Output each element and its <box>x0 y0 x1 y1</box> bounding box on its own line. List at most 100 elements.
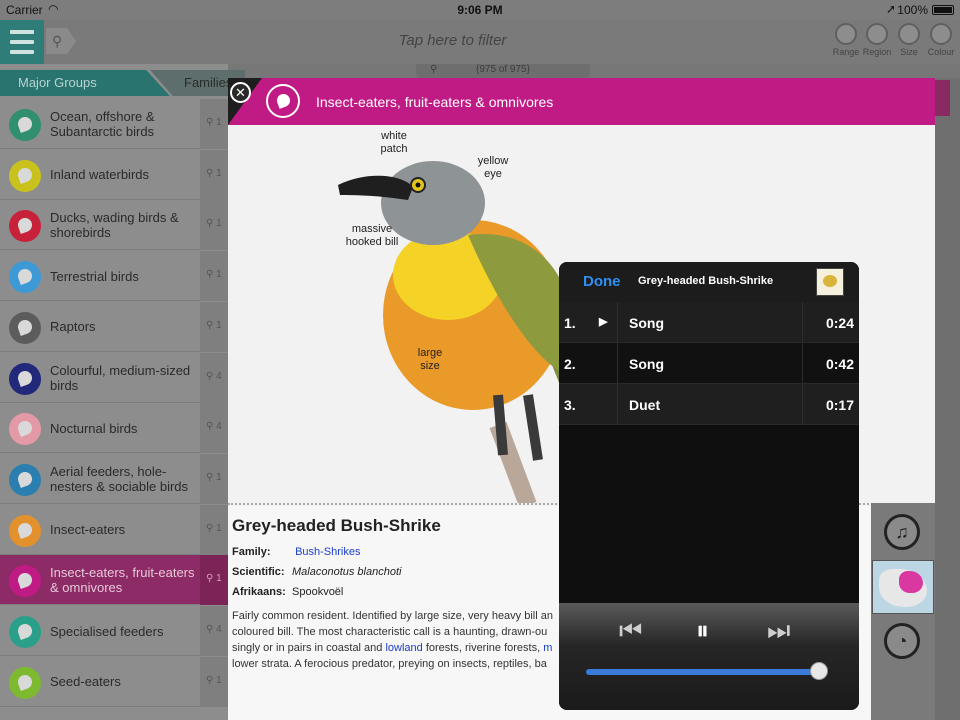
sidebar-group-item[interactable]: Terrestrial birds ⚲ 1 <box>0 251 228 302</box>
search-icon: ⚲ <box>206 421 214 433</box>
group-search-button[interactable]: ⚲ 1 <box>200 656 228 707</box>
track-row[interactable]: 2. Song 0:42 <box>559 343 859 384</box>
group-label: Ducks, wading birds & shorebirds <box>50 210 179 241</box>
close-button[interactable]: ✕ <box>230 82 251 103</box>
separator <box>802 343 803 383</box>
group-label: Terrestrial birds <box>50 268 139 284</box>
group-count: 1 <box>216 674 222 686</box>
group-count: 1 <box>216 218 222 230</box>
colour-icon <box>930 23 952 45</box>
group-search-button[interactable]: ⚲ 4 <box>200 403 228 454</box>
sidebar-group-item[interactable]: Raptors ⚲ 1 <box>0 301 228 352</box>
afrikaans-row: Afrikaans: Spookvoël <box>232 586 343 598</box>
sidebar-group-item[interactable]: Nocturnal birds ⚲ 4 <box>0 403 228 454</box>
colour-label: Colour <box>927 47 955 57</box>
filter-input[interactable]: Tap here to filter <box>0 32 905 49</box>
sidebar-tabs: Families Major Groups <box>0 70 245 96</box>
group-search-button[interactable]: ⚲ 1 <box>200 251 228 302</box>
group-label: Aerial feeders, hole-nesters & sociable … <box>50 463 189 494</box>
group-label: Inland waterbirds <box>50 167 149 183</box>
range-map[interactable] <box>872 560 934 614</box>
menu-icon-line <box>10 50 34 54</box>
sidebar-group-item[interactable]: Colourful, medium-sized birds ⚲ 4 <box>0 352 228 403</box>
next-track-icon[interactable]: ⏭ <box>767 615 790 647</box>
pause-icon[interactable]: ⏸ <box>696 615 709 647</box>
group-search-button[interactable]: ⚲ 1 <box>200 301 228 352</box>
track-number: 2. <box>564 356 576 372</box>
done-button[interactable]: Done <box>583 273 621 290</box>
track-row[interactable]: 3. Duet 0:17 <box>559 384 859 425</box>
habitat-link[interactable]: m <box>543 642 552 654</box>
previous-track-icon[interactable]: ⏮ <box>619 615 642 647</box>
region-icon <box>866 23 888 45</box>
tab-major-groups[interactable]: Major Groups <box>0 70 170 96</box>
rail-pointer <box>858 520 870 540</box>
track-row[interactable]: 1. ▶ Song 0:24 <box>559 302 859 343</box>
group-count: 4 <box>216 421 222 433</box>
group-label: Specialised feeders <box>50 623 164 639</box>
sidebar-group-item[interactable]: Inland waterbirds ⚲ 1 <box>0 149 228 200</box>
group-search-button[interactable]: ⚲ 1 <box>200 149 228 200</box>
sidebar-group-item[interactable]: Insect-eaters ⚲ 1 <box>0 504 228 555</box>
search-icon: ⚲ <box>206 573 214 585</box>
background-list <box>935 78 960 720</box>
track-name: Duet <box>629 397 661 413</box>
callout-massive-bill: massive hooked bill <box>340 223 404 249</box>
afrikaans-value: Spookvoël <box>292 586 344 598</box>
progress-slider[interactable] <box>586 669 819 675</box>
music-note-icon[interactable]: ♫ <box>884 514 920 550</box>
bird-thumbnail <box>816 268 844 296</box>
scientific-value: Malaconotus blanchoti <box>292 566 402 578</box>
battery-percent: 100% <box>897 3 928 17</box>
callout-text: large size <box>417 347 443 372</box>
sidebar-group-item[interactable]: Specialised feeders ⚲ 4 <box>0 606 228 656</box>
lowland-link[interactable]: lowland <box>385 642 422 654</box>
group-search-button[interactable]: ⚲ 1 <box>200 555 228 606</box>
search-icon: ⚲ <box>206 624 214 635</box>
bird-group-icon <box>266 84 300 118</box>
sidebar-group-item[interactable]: Insect-eaters, fruit-eaters & omnivores ⚲… <box>0 555 228 606</box>
panel-header: ✕ Insect-eaters, fruit-eaters & omnivore… <box>228 78 935 125</box>
bird-call-icon[interactable]: ◔ <box>884 623 920 659</box>
slider-knob[interactable] <box>809 662 828 680</box>
callout-text: massive hooked bill <box>345 223 399 248</box>
track-duration: 0:17 <box>825 397 854 413</box>
player-header: Done Grey-headed Bush-Shrike <box>559 262 859 302</box>
audio-player: Done Grey-headed Bush-Shrike 1. ▶ Song 0:24… <box>559 262 859 710</box>
sidebar-group-item[interactable]: Ducks, wading birds & shorebirds ⚲ 1 <box>0 200 228 251</box>
bird-group-icon <box>9 616 41 648</box>
search-icon: ⚲ <box>206 117 214 128</box>
panel-title: Insect-eaters, fruit-eaters & omnivores <box>316 94 554 110</box>
group-search-button[interactable]: ⚲ 4 <box>200 352 228 403</box>
family-row: Family: Bush-Shrikes <box>232 546 360 558</box>
bird-group-icon <box>9 109 41 141</box>
group-search-button[interactable]: ⚲ 1 <box>200 99 228 149</box>
group-search-button[interactable]: ⚲ 1 <box>200 504 228 555</box>
track-number: 1. <box>564 315 576 331</box>
sidebar: Families Major Groups Ocean, offshore & … <box>0 64 245 720</box>
group-label: Insect-eaters, fruit-eaters & omnivores <box>50 565 195 596</box>
family-link[interactable]: Bush-Shrikes <box>295 546 360 558</box>
callout-text: yellow eye <box>477 155 509 180</box>
group-label: Ocean, offshore & Subantarctic birds <box>50 109 155 139</box>
separator <box>802 302 803 342</box>
group-count: 1 <box>216 522 222 534</box>
group-search-button[interactable]: ⚲ 1 <box>200 200 228 251</box>
group-search-button[interactable]: ⚲ 4 <box>200 606 228 656</box>
search-icon: ⚲ <box>206 269 214 281</box>
group-search-button[interactable]: ⚲ 1 <box>200 453 228 504</box>
bird-group-icon <box>9 413 41 446</box>
sidebar-group-item[interactable]: Ocean, offshore & Subantarctic birds ⚲ 1 <box>0 99 228 149</box>
description-text: forests, riverine forests, <box>422 642 544 654</box>
colour-button[interactable]: Colour <box>921 23 960 57</box>
sidebar-group-item[interactable]: Seed-eaters ⚲ 1 <box>0 656 228 707</box>
track-number: 3. <box>564 397 576 413</box>
group-count: 1 <box>216 573 222 585</box>
search-icon: ⚲ <box>206 319 214 331</box>
bird-group-icon <box>9 514 41 547</box>
bird-group-icon <box>9 159 41 192</box>
description-text: singly or in pairs in coastal and <box>232 642 386 654</box>
separator <box>617 343 618 383</box>
sidebar-group-item[interactable]: Aerial feeders, hole-nesters & sociable … <box>0 453 228 504</box>
bird-group-icon <box>9 666 41 699</box>
